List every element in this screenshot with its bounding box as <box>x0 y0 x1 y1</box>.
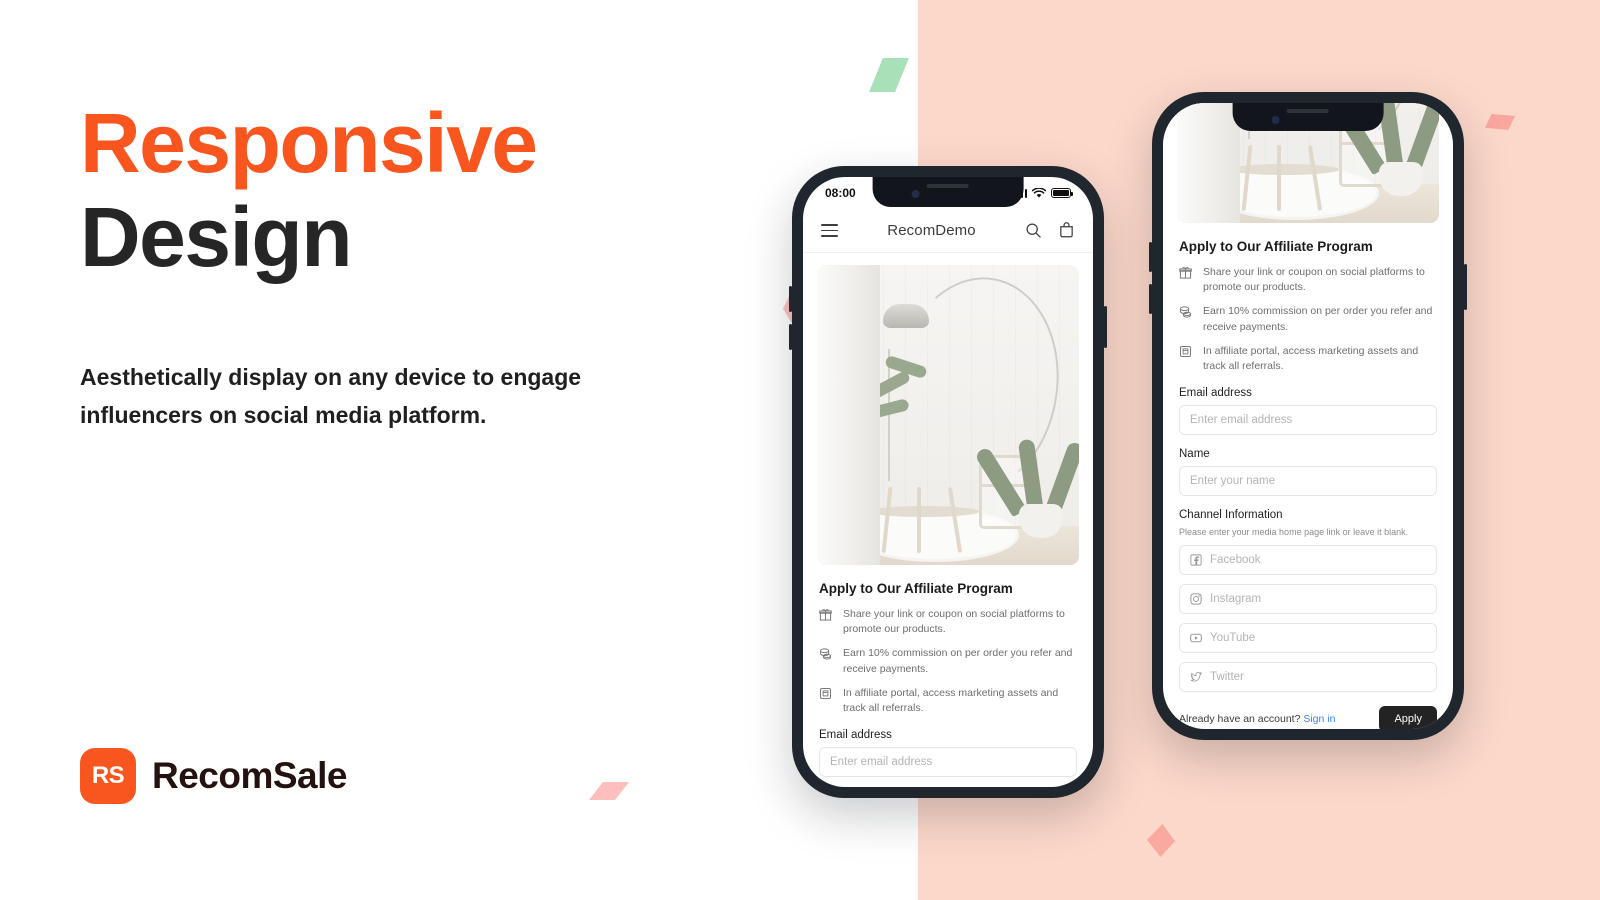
signin-link[interactable]: Sign in <box>1303 713 1335 725</box>
benefit-item: Earn 10% commission on per order you ref… <box>1179 304 1437 334</box>
hero-subcopy: Aesthetically display on any device to e… <box>80 364 582 429</box>
front-camera-icon <box>1271 116 1280 124</box>
facebook-placeholder: Facebook <box>1210 554 1261 567</box>
email-field[interactable]: Enter email address <box>819 747 1077 778</box>
brand-mark-icon: RS <box>80 748 136 804</box>
hero-copy-block: Responsive Design Aesthetically display … <box>80 96 680 435</box>
app-bar: RecomDemo <box>803 209 1093 253</box>
benefit-text: Earn 10% commission on per order you ref… <box>1203 305 1433 333</box>
facebook-field[interactable]: Facebook <box>1179 545 1437 576</box>
brand-name: RecomSale <box>152 755 348 796</box>
battery-icon <box>1051 188 1073 198</box>
phone-screen-right: Apply to Our Affiliate Program Share you… <box>1163 103 1453 729</box>
apply-button[interactable]: Apply <box>1379 706 1437 729</box>
twitter-field[interactable]: Twitter <box>1179 662 1437 693</box>
email-placeholder: Enter email address <box>830 756 933 769</box>
form-title: Apply to Our Affiliate Program <box>1179 239 1373 254</box>
instagram-placeholder: Instagram <box>1210 593 1262 606</box>
affiliate-form-left: Apply to Our Affiliate Program Share you… <box>803 565 1093 778</box>
gift-icon <box>819 608 833 626</box>
email-field[interactable]: Enter email address <box>1179 405 1437 436</box>
portal-icon <box>819 687 833 705</box>
status-bar: 08:00 <box>803 177 1093 209</box>
phone-volume-down-button[interactable] <box>789 324 792 350</box>
gift-icon <box>1179 266 1193 284</box>
affiliate-form-right: Apply to Our Affiliate Program Share you… <box>1163 223 1453 729</box>
earpiece-speaker <box>1286 109 1329 113</box>
signin-prompt: Already have an account? Sign in <box>1179 713 1335 725</box>
twitter-icon <box>1190 671 1202 683</box>
benefit-text: In affiliate portal, access marketing as… <box>1203 344 1419 373</box>
name-label: Name <box>1179 448 1210 461</box>
benefit-item: Earn 10% commission on per order you ref… <box>819 646 1077 676</box>
benefit-item: In affiliate portal, access marketing as… <box>1179 344 1437 374</box>
page-title: Responsive Design <box>80 96 680 284</box>
hamburger-menu-icon[interactable] <box>821 224 838 237</box>
benefit-text: Share your link or coupon on social plat… <box>1203 266 1425 294</box>
benefit-item: In affiliate portal, access marketing as… <box>819 686 1077 716</box>
youtube-placeholder: YouTube <box>1210 632 1256 645</box>
phone-volume-down-button[interactable] <box>1149 284 1152 314</box>
decorative-pink-parallelogram-bottom <box>588 782 630 800</box>
twitter-placeholder: Twitter <box>1210 671 1244 684</box>
wifi-icon <box>1032 187 1046 198</box>
phone-volume-up-button[interactable] <box>1149 242 1152 272</box>
phone-screen-left: 08:00 RecomDemo Apply to Our Affiliate P… <box>803 177 1093 787</box>
youtube-field[interactable]: YouTube <box>1179 623 1437 654</box>
headline-accent-line: Responsive <box>80 96 538 190</box>
name-field[interactable]: Enter your name <box>1179 466 1437 497</box>
name-placeholder: Enter your name <box>1190 475 1276 488</box>
instagram-field[interactable]: Instagram <box>1179 584 1437 615</box>
phone-mockup-right: Apply to Our Affiliate Program Share you… <box>1149 92 1467 740</box>
product-hero-image <box>817 265 1079 565</box>
benefit-item: Share your link or coupon on social plat… <box>819 607 1077 637</box>
form-title: Apply to Our Affiliate Program <box>819 581 1013 596</box>
facebook-icon <box>1190 554 1202 566</box>
coins-icon <box>819 647 833 665</box>
email-label: Email address <box>1179 387 1252 400</box>
search-icon[interactable] <box>1025 222 1042 239</box>
benefit-item: Share your link or coupon on social plat… <box>1179 265 1437 295</box>
benefit-text: Earn 10% commission on per order you ref… <box>843 647 1073 675</box>
phone-mockup-left: 08:00 RecomDemo Apply to Our Affiliate P… <box>789 166 1107 798</box>
status-time: 08:00 <box>825 186 856 200</box>
portal-icon <box>1179 345 1193 363</box>
phone-volume-up-button[interactable] <box>789 286 792 312</box>
channel-information-label: Channel Information <box>1179 509 1283 522</box>
channel-information-hint: Please enter your media home page link o… <box>1179 527 1409 538</box>
signin-prompt-text: Already have an account? <box>1179 713 1301 726</box>
app-title: RecomDemo <box>887 222 976 239</box>
form-footer: Already have an account? Sign in Apply <box>1179 706 1437 729</box>
decorative-green-parallelogram <box>869 58 909 92</box>
youtube-icon <box>1190 632 1202 644</box>
phone-power-button[interactable] <box>1104 306 1107 348</box>
coins-icon <box>1179 305 1193 323</box>
instagram-icon <box>1190 593 1202 605</box>
shopping-bag-icon[interactable] <box>1058 222 1075 239</box>
headline-dark-line: Design <box>80 190 353 285</box>
cellular-bars-icon <box>1012 188 1027 198</box>
benefit-text: Share your link or coupon on social plat… <box>843 608 1065 636</box>
benefit-text: In affiliate portal, access marketing as… <box>843 686 1059 715</box>
email-label: Email address <box>819 729 892 742</box>
brand-logo: RS RecomSale <box>80 748 348 804</box>
phone-power-button[interactable] <box>1464 264 1467 310</box>
phone-notch <box>1232 103 1384 131</box>
email-placeholder: Enter email address <box>1190 414 1293 427</box>
